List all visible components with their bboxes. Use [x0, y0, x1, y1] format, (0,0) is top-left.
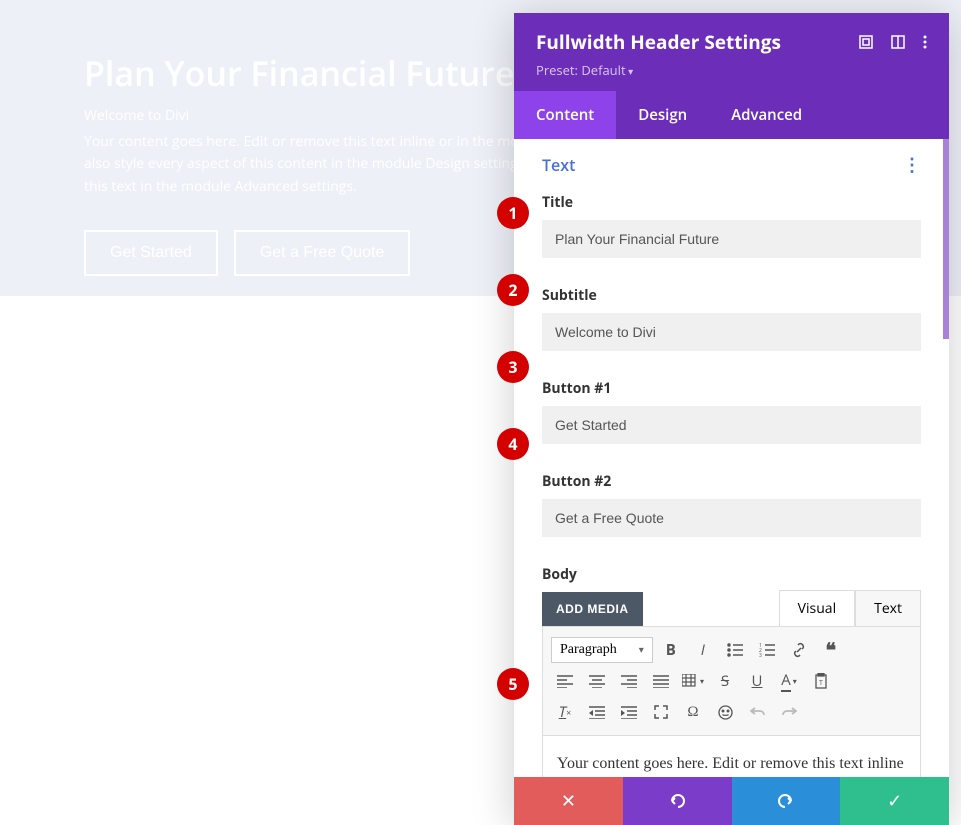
clear-format-icon[interactable]: T× [551, 698, 579, 726]
emoji-icon[interactable] [711, 698, 739, 726]
underline-icon[interactable]: U [743, 667, 771, 695]
align-right-icon[interactable] [615, 667, 643, 695]
panel-footer: ✕ ✓ [514, 777, 949, 825]
button2-label: Button #2 [542, 472, 921, 491]
section-menu-icon[interactable]: ⋮ [903, 153, 921, 177]
undo-button[interactable] [623, 777, 732, 825]
kebab-menu-icon[interactable] [923, 35, 927, 49]
panel-title: Fullwidth Header Settings [536, 29, 781, 55]
redo-editor-icon[interactable] [775, 698, 803, 726]
outdent-icon[interactable] [583, 698, 611, 726]
body-label: Body [542, 565, 921, 584]
close-icon: ✕ [561, 789, 576, 813]
editor-tab-text[interactable]: Text [855, 590, 921, 626]
scrollbar[interactable] [943, 139, 949, 339]
numbered-list-icon[interactable]: 123 [753, 636, 781, 664]
preset-selector[interactable]: Preset: Default [536, 61, 927, 79]
annotation-2: 2 [497, 274, 529, 306]
italic-icon[interactable]: I [689, 636, 717, 664]
bullet-list-icon[interactable] [721, 636, 749, 664]
editor-tab-visual[interactable]: Visual [779, 590, 855, 626]
quote-icon[interactable]: ❝ [817, 636, 845, 664]
fullscreen-icon[interactable] [647, 698, 675, 726]
panel-body: Text ⋮ Title Subtitle Button #1 Button #… [514, 139, 949, 777]
add-media-button[interactable]: ADD MEDIA [542, 592, 643, 626]
paste-icon[interactable]: T [807, 667, 835, 695]
tab-advanced[interactable]: Advanced [709, 91, 824, 139]
format-select[interactable]: Paragraph [551, 637, 653, 663]
body-editor[interactable]: Your content goes here. Edit or remove t… [542, 736, 921, 777]
tab-design[interactable]: Design [616, 91, 709, 139]
panel-header: Fullwidth Header Settings Preset: Defaul… [514, 13, 949, 91]
annotation-4: 4 [497, 428, 529, 460]
redo-button[interactable] [732, 777, 841, 825]
button1-label: Button #1 [542, 379, 921, 398]
link-icon[interactable] [785, 636, 813, 664]
align-center-icon[interactable] [583, 667, 611, 695]
panel-tabs: Content Design Advanced [514, 91, 949, 139]
annotation-3: 3 [497, 351, 529, 383]
align-justify-icon[interactable] [647, 667, 675, 695]
preview-button-1[interactable]: Get Started [84, 230, 218, 276]
settings-panel: Fullwidth Header Settings Preset: Defaul… [514, 13, 949, 825]
table-icon[interactable]: ▾ [679, 667, 707, 695]
save-button[interactable]: ✓ [840, 777, 949, 825]
title-label: Title [542, 193, 921, 212]
check-icon: ✓ [887, 789, 902, 813]
subtitle-input[interactable] [542, 313, 921, 351]
svg-text:3: 3 [759, 653, 762, 657]
annotation-5: 5 [497, 668, 529, 700]
cancel-button[interactable]: ✕ [514, 777, 623, 825]
undo-icon [668, 792, 686, 810]
undo-editor-icon[interactable] [743, 698, 771, 726]
section-heading[interactable]: Text [542, 154, 575, 176]
title-input[interactable] [542, 220, 921, 258]
special-char-icon[interactable]: Ω [679, 698, 707, 726]
editor-toolbar: Paragraph B I 123 ❝ ▾ S [542, 626, 921, 736]
annotation-1: 1 [497, 197, 529, 229]
preview-button-2[interactable]: Get a Free Quote [234, 230, 411, 276]
subtitle-label: Subtitle [542, 286, 921, 305]
strikethrough-icon[interactable]: S [711, 667, 739, 695]
svg-text:T: T [819, 679, 823, 688]
tab-content[interactable]: Content [514, 91, 616, 139]
bold-icon[interactable]: B [657, 636, 685, 664]
expand-icon[interactable] [859, 35, 873, 49]
redo-icon [777, 792, 795, 810]
button1-input[interactable] [542, 406, 921, 444]
indent-icon[interactable] [615, 698, 643, 726]
text-color-icon[interactable]: A▾ [775, 667, 803, 695]
snap-icon[interactable] [891, 35, 905, 49]
button2-input[interactable] [542, 499, 921, 537]
align-left-icon[interactable] [551, 667, 579, 695]
